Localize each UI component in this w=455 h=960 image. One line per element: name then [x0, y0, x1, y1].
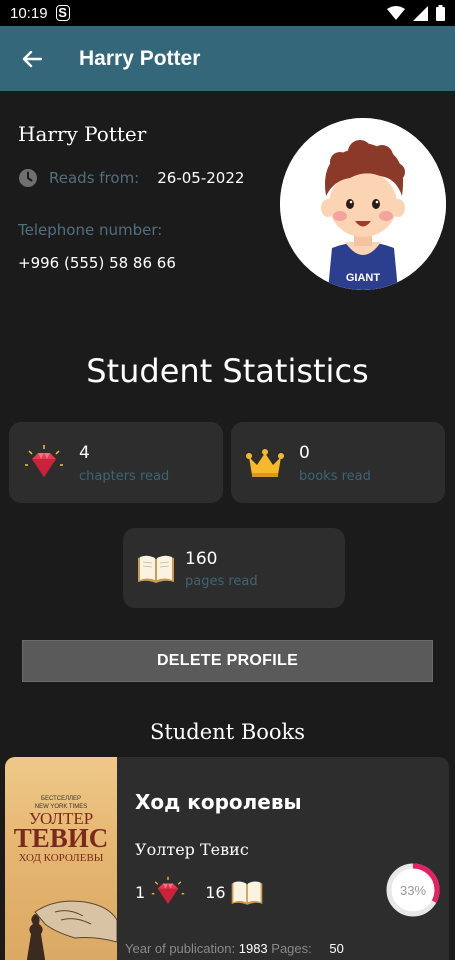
pages-label: Pages: [271, 941, 312, 956]
progress-text: 33% [400, 883, 426, 898]
crown-icon [246, 449, 284, 477]
chapters-read-value: 4 [79, 443, 90, 463]
status-time: 10:19 [10, 4, 48, 22]
book-cover: БЕСТСЕЛЛЕР NEW YORK TIMES УОЛТЕР ТЕВИС Х… [5, 757, 117, 960]
pages-read-label: pages read [185, 574, 258, 589]
sim-icon: S [55, 5, 70, 21]
svg-text:GIANT: GIANT [346, 272, 381, 284]
year-value: 1983 [238, 941, 268, 956]
publication-row: Year of publication: 1983 Pages: 50 [125, 941, 344, 956]
avatar[interactable]: GIANT [280, 118, 446, 290]
book-author: Уолтер Тевис [135, 840, 249, 859]
year-label: Year of publication: [125, 941, 236, 956]
cover-chess-illustration [26, 900, 117, 960]
open-book-icon [138, 555, 174, 583]
app-bar: Harry Potter [0, 26, 455, 91]
wifi-icon [387, 5, 405, 20]
signal-icon [413, 5, 428, 21]
app-bar-title: Harry Potter [79, 46, 201, 70]
open-book-icon [231, 881, 262, 905]
telephone-value[interactable]: +996 (555) 58 86 66 [18, 254, 176, 272]
status-bar: 10:19 S [0, 0, 455, 26]
student-name: Harry Potter [18, 122, 147, 146]
clock-icon [19, 169, 37, 187]
student-books-title: Student Books [149, 720, 306, 744]
reads-from-value: 26-05-2022 [157, 169, 245, 187]
book-progress-stats: 1 16 [135, 875, 264, 909]
arrow-left-icon [22, 50, 42, 67]
books-read-label: books read [299, 469, 371, 484]
stat-card-pages: 160 pages read [123, 528, 345, 608]
gem-icon [25, 445, 63, 477]
chapters-read-label: chapters read [79, 469, 170, 484]
telephone-label: Telephone number: [18, 221, 163, 239]
avatar-image: GIANT [280, 118, 446, 290]
cover-subtitle: ХОД КОРОЛЕВЫ [18, 852, 104, 864]
cover-title: ТЕВИС [13, 823, 109, 853]
progress-ring: 33% [386, 863, 440, 917]
total-pages-value: 50 [329, 941, 344, 956]
book-pages-value: 16 [205, 882, 226, 902]
reads-from-label: Reads from: [49, 169, 140, 187]
book-title: Ход королевы [135, 790, 302, 814]
battery-icon [436, 5, 445, 21]
delete-profile-button[interactable]: DELETE PROFILE [22, 640, 433, 682]
status-icons [387, 5, 445, 21]
stat-card-chapters: 4 chapters read [9, 422, 223, 503]
stat-card-books: 0 books read [231, 422, 445, 503]
pages-read-value: 160 [185, 549, 218, 569]
statistics-title: Student Statistics [86, 352, 369, 390]
reads-from-row: Reads from: 26-05-2022 [18, 168, 244, 188]
book-chapters-value: 1 [135, 882, 146, 902]
books-read-value: 0 [299, 443, 310, 463]
gem-icon [152, 876, 185, 904]
book-card[interactable]: БЕСТСЕЛЛЕР NEW YORK TIMES УОЛТЕР ТЕВИС Х… [5, 757, 449, 960]
back-button[interactable] [0, 26, 64, 91]
